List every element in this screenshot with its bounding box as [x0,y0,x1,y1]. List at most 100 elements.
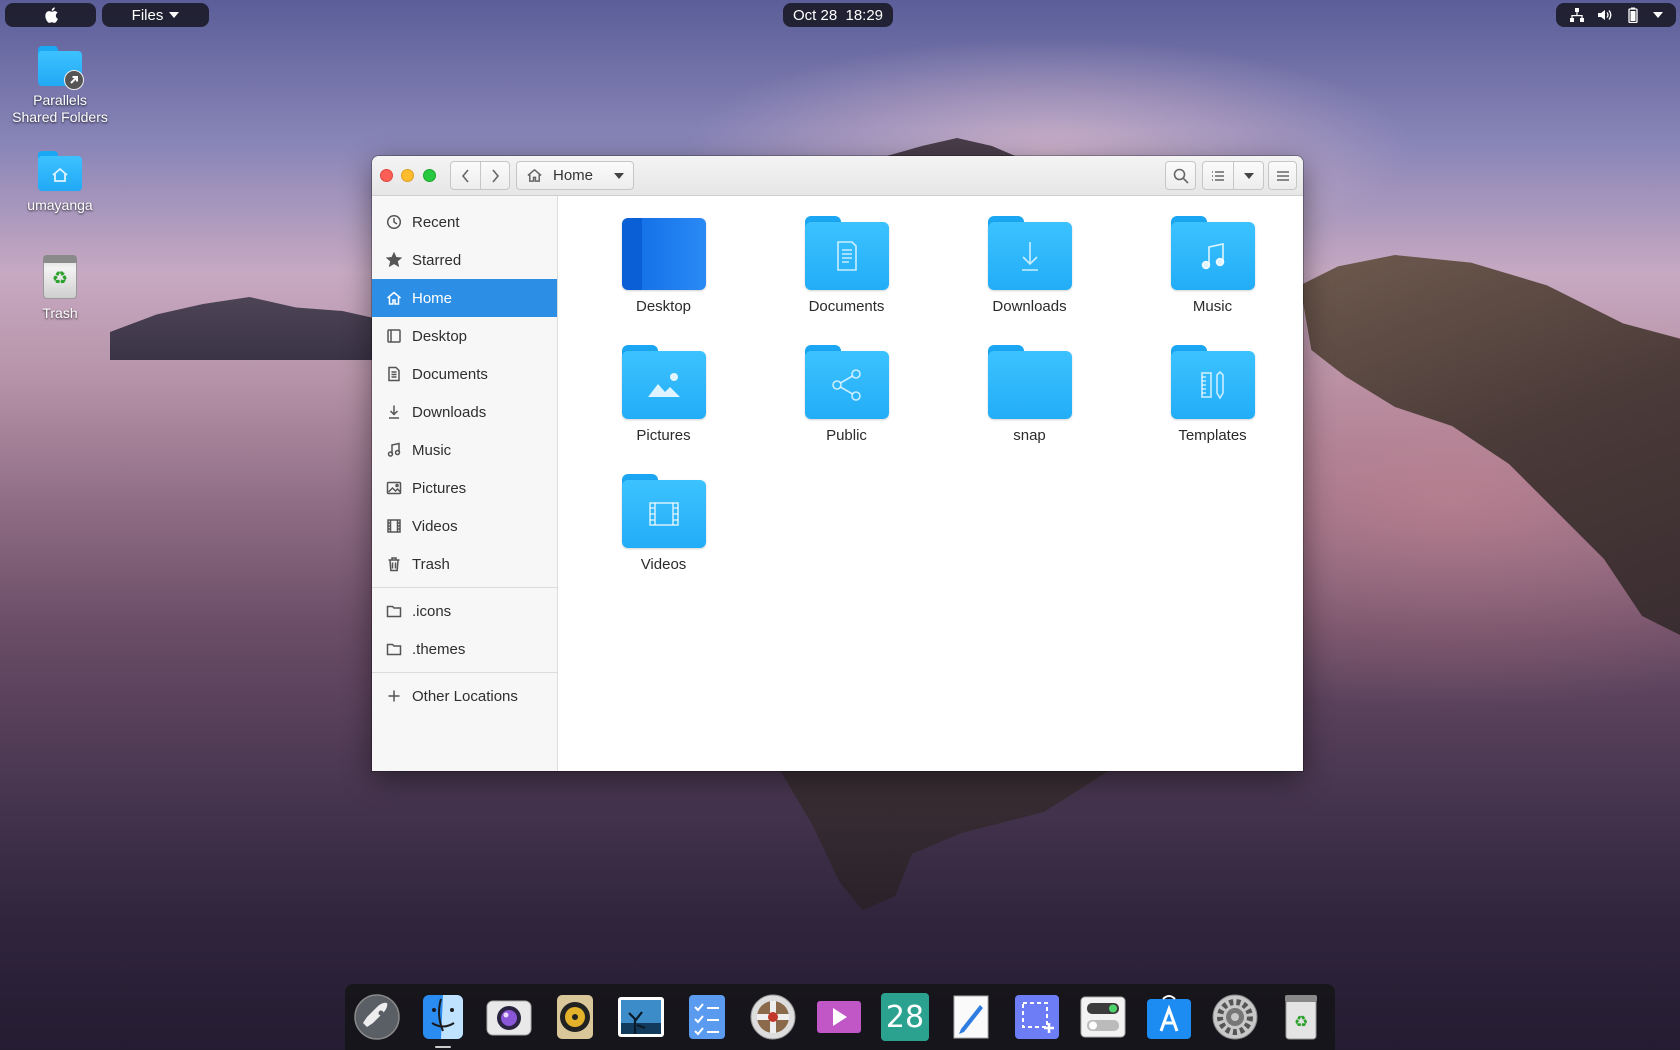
desktop-icon-trash[interactable]: ♻ Trash [0,255,120,322]
folder-grid: Desktop Documents Downloads Music Pictur… [572,216,1303,592]
desktop-icon-home[interactable]: umayanga [0,151,120,214]
tasks-icon [683,993,731,1041]
path-bar-button[interactable]: Home [516,161,634,190]
desktop-icon-label: Shared Folders [12,109,108,125]
sidebar-item-home[interactable]: Home [372,279,557,317]
calendar-day: 28 [885,999,925,1035]
home-icon [387,291,401,305]
app-store-icon [1145,993,1193,1041]
sidebar-item-starred[interactable]: Starred [372,241,557,279]
main-menu-button[interactable] [1268,161,1297,190]
dock-help[interactable] [748,992,798,1042]
sidebar-item-videos[interactable]: Videos [372,507,557,545]
folder-item-desktop[interactable]: Desktop [572,216,755,334]
folder-item-templates[interactable]: Templates [1121,345,1303,463]
desktop-icon-label: Parallels [33,92,87,108]
sidebar-item-downloads[interactable]: Downloads [372,393,557,431]
chevron-down-icon [1243,172,1254,179]
battery-icon [1628,7,1638,23]
dock-app-store[interactable] [1144,992,1194,1042]
system-status-menu[interactable] [1556,3,1676,27]
download-icon [389,405,399,419]
dock-files[interactable] [418,992,468,1048]
minimize-window-button[interactable] [401,169,414,182]
dock-screenshot[interactable] [1012,992,1062,1042]
header-bar: Home [372,156,1303,196]
dock-video-player[interactable] [814,992,864,1042]
folder-icon [386,605,402,618]
desktop-icon-label: Trash [42,305,78,321]
folder-icon [386,643,402,656]
folder-item-snap[interactable]: snap [938,345,1121,463]
places-sidebar: Recent Starred Home Desktop Documents Do… [372,196,558,771]
search-icon [1173,168,1189,184]
folder-label: Music [1192,298,1233,315]
desktop-folder-icon [621,216,706,290]
dock-calendar[interactable]: 28 [880,992,930,1042]
sidebar-item-documents[interactable]: Documents [372,355,557,393]
link-arrow-icon [64,70,84,90]
dock-music[interactable] [550,992,600,1042]
folder-item-documents[interactable]: Documents [755,216,938,334]
sidebar-item-desktop[interactable]: Desktop [372,317,557,355]
close-window-button[interactable] [380,169,393,182]
sidebar-separator [372,587,557,588]
back-button[interactable] [451,162,480,189]
wallpaper-rock [780,770,1110,910]
app-menu-label: Files [131,6,164,24]
apple-menu-button[interactable] [5,3,96,27]
app-menu-button[interactable]: Files [102,3,209,27]
folder-item-public[interactable]: Public [755,345,938,463]
clock-button[interactable]: Oct 28 18:29 [783,3,893,27]
view-menu-button[interactable] [1233,162,1263,189]
music-player-icon [551,993,599,1041]
dock-tasks[interactable] [682,992,732,1042]
apple-logo-icon [44,7,58,23]
sidebar-item-label: .icons [412,602,452,620]
sidebar-item-trash[interactable]: Trash [372,545,557,583]
sidebar-item-recent[interactable]: Recent [372,203,557,241]
public-folder-icon [804,345,889,419]
list-view-button[interactable] [1203,162,1233,189]
sidebar-item-label: Trash [412,555,450,573]
folder-item-pictures[interactable]: Pictures [572,345,755,463]
sidebar-item-pictures[interactable]: Pictures [372,469,557,507]
forward-button[interactable] [480,162,509,189]
videos-folder-icon [621,474,706,548]
music-folder-icon [1170,216,1255,290]
dock-camera[interactable] [484,992,534,1042]
folder-label: Downloads [992,298,1067,315]
clock-label: Oct 28 18:29 [792,6,884,24]
desktop-icon-label: umayanga [27,197,93,213]
sidebar-item-other-locations[interactable]: Other Locations [372,677,557,715]
dock-trash[interactable]: ♻ [1276,992,1326,1042]
calendar-icon: 28 [881,993,929,1041]
dock-tweaks[interactable] [1078,992,1128,1042]
desktop-icon-parallels-shared[interactable]: Parallels Shared Folders [0,46,120,126]
sidebar-item-icons-bookmark[interactable]: .icons [372,592,557,630]
dock-settings[interactable] [1210,992,1260,1042]
folder-item-music[interactable]: Music [1121,216,1303,334]
music-icon [387,442,401,457]
search-button[interactable] [1165,161,1196,190]
chevron-right-icon [492,168,500,183]
volume-icon [1598,10,1612,20]
top-bar: Files Oct 28 18:29 [0,0,1680,30]
folder-label: Desktop [635,298,692,315]
camera-icon [485,993,533,1041]
folder-item-downloads[interactable]: Downloads [938,216,1121,334]
documents-folder-icon [804,216,889,290]
sidebar-item-music[interactable]: Music [372,431,557,469]
sidebar-item-themes-bookmark[interactable]: .themes [372,630,557,668]
dock-photos[interactable] [616,992,666,1042]
folder-view: Desktop Documents Downloads Music Pictur… [558,196,1303,771]
folder-icon [987,345,1072,419]
recycle-icon: ♻ [52,268,69,288]
home-icon [527,168,542,182]
tweaks-icon [1079,993,1127,1041]
dock-text-editor[interactable] [946,992,996,1042]
dock-launchpad[interactable] [352,992,402,1042]
folder-item-videos[interactable]: Videos [572,474,755,592]
sidebar-item-label: Other Locations [412,687,518,705]
maximize-window-button[interactable] [423,169,436,182]
